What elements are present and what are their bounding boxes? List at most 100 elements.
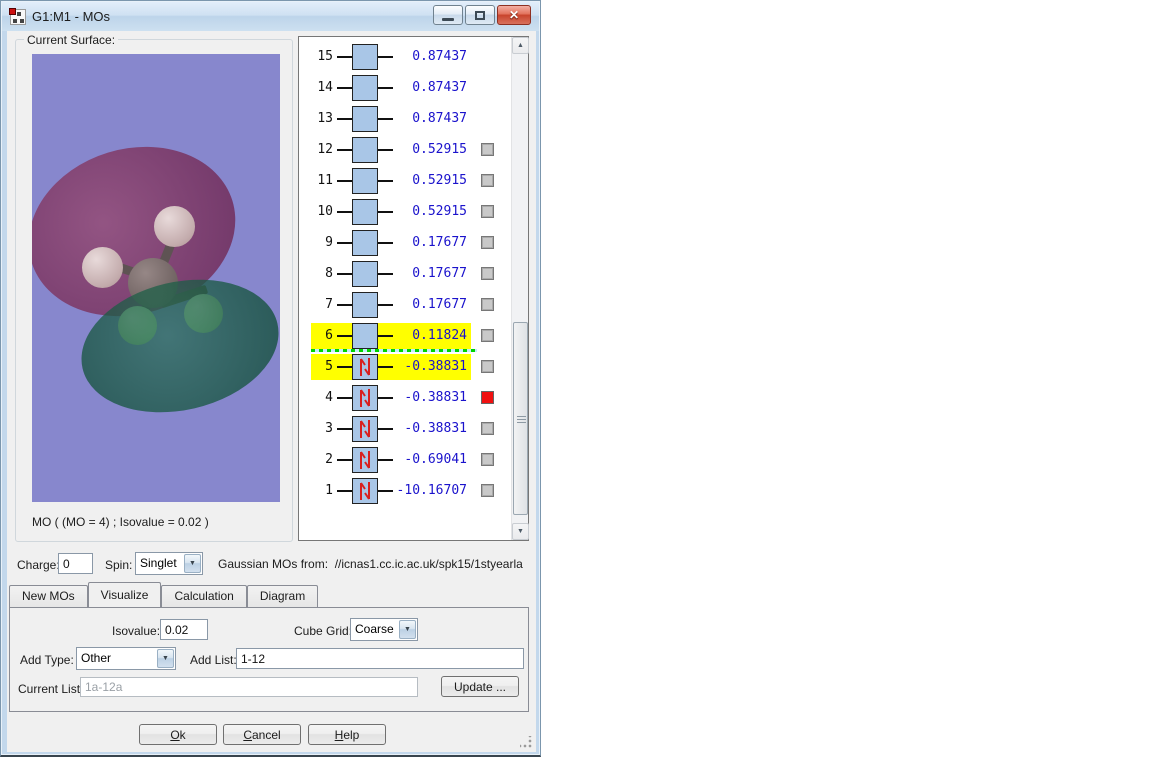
orbital-box[interactable] [352, 261, 378, 287]
chevron-down-icon[interactable]: ▼ [399, 620, 416, 639]
level-line [337, 335, 352, 337]
mo-row[interactable]: 13 0.87437 [299, 105, 509, 133]
mo-row[interactable]: 10 0.52915 [299, 198, 509, 226]
cube-grid-select[interactable]: Coarse ▼ [350, 618, 418, 641]
mo-energy: -0.38831 [404, 359, 467, 374]
add-type-select[interactable]: Other ▼ [76, 647, 176, 670]
ok-button[interactable]: Ok [139, 724, 217, 745]
mo-row[interactable]: 12 0.52915 [299, 136, 509, 164]
spin-label: Spin: [105, 558, 133, 572]
mo-row[interactable]: 11 0.52915 [299, 167, 509, 195]
mo-checkbox[interactable] [481, 298, 494, 311]
orbital-box[interactable] [352, 199, 378, 225]
orbital-box[interactable] [352, 447, 378, 473]
orbital-box[interactable] [352, 44, 378, 70]
orbital-box[interactable] [352, 354, 378, 380]
mo-energy: 0.87437 [412, 111, 467, 126]
mo-index: 14 [317, 80, 333, 95]
mo-checkbox[interactable] [481, 360, 494, 373]
scrollbar-thumb[interactable] [513, 322, 528, 515]
mo-checkbox[interactable] [481, 484, 494, 497]
mo-checkbox[interactable] [481, 174, 494, 187]
mo-index: 12 [317, 142, 333, 157]
orbital-box[interactable] [352, 323, 378, 349]
mo-row[interactable]: 3 -0.38831 [299, 415, 509, 443]
mo-energy: 0.17677 [412, 297, 467, 312]
update-button[interactable]: Update ... [441, 676, 519, 697]
orbital-box[interactable] [352, 75, 378, 101]
minimize-button[interactable] [433, 5, 463, 25]
mo-checkbox[interactable] [481, 422, 494, 435]
tab-calculation[interactable]: Calculation [161, 585, 247, 607]
scroll-down-button[interactable]: ▼ [512, 523, 529, 540]
current-list-input [80, 677, 418, 697]
gaussview-app-icon [9, 7, 26, 25]
mo-energy: -0.69041 [404, 452, 467, 467]
hydrogen-atom [154, 206, 195, 247]
mo-row[interactable]: 15 0.87437 [299, 43, 509, 71]
spin-down-icon [364, 482, 370, 500]
orbital-box[interactable] [352, 292, 378, 318]
mo-checkbox[interactable] [481, 391, 494, 404]
mo-energy: 0.52915 [412, 204, 467, 219]
orbital-box[interactable] [352, 137, 378, 163]
mo-index: 10 [317, 204, 333, 219]
mo-energy: -10.16707 [396, 483, 467, 498]
orbital-box[interactable] [352, 416, 378, 442]
tab-diagram[interactable]: Diagram [246, 585, 319, 607]
spin-selected-value: Singlet [140, 556, 177, 570]
mo-index: 6 [325, 328, 333, 343]
charge-input[interactable] [58, 553, 93, 574]
level-line [337, 118, 352, 120]
close-button[interactable]: ✕ [497, 5, 531, 25]
mo-checkbox[interactable] [481, 236, 494, 249]
orbital-box[interactable] [352, 106, 378, 132]
orbital-box[interactable] [352, 168, 378, 194]
chevron-down-icon[interactable]: ▼ [157, 649, 174, 668]
cancel-button[interactable]: Cancel [223, 724, 301, 745]
orbital-box[interactable] [352, 230, 378, 256]
scroll-up-button[interactable]: ▲ [512, 37, 529, 54]
mo-row[interactable]: 14 0.87437 [299, 74, 509, 102]
maximize-icon [475, 10, 485, 20]
add-type-label: Add Type: [20, 653, 74, 667]
title-bar[interactable]: G1:M1 - MOs ✕ [2, 2, 539, 31]
mo-row[interactable]: 6 0.11824 [299, 322, 509, 350]
mo-index: 11 [317, 173, 333, 188]
add-list-input[interactable] [236, 648, 524, 669]
mos-dialog-window: G1:M1 - MOs ✕ Current Surface: MO ((MO … [0, 0, 541, 757]
orbital-box[interactable] [352, 478, 378, 504]
mo-checkbox[interactable] [481, 453, 494, 466]
mo-checkbox[interactable] [481, 143, 494, 156]
level-line [337, 397, 352, 399]
mo-row[interactable]: 7 0.17677 [299, 291, 509, 319]
mo-index: 7 [325, 297, 333, 312]
homo-lumo-divider [311, 349, 477, 352]
mo-index: 15 [317, 49, 333, 64]
mo-row[interactable]: 2 -0.69041 [299, 446, 509, 474]
maximize-button[interactable] [465, 5, 495, 25]
add-type-selected-value: Other [81, 651, 112, 665]
mo-checkbox[interactable] [481, 329, 494, 342]
mo-row[interactable]: 5 -0.38831 [299, 353, 509, 381]
tab-new-mos[interactable]: New MOs [9, 585, 88, 607]
mo-row[interactable]: 8 0.17677 [299, 260, 509, 288]
mo-row[interactable]: 4 -0.38831 [299, 384, 509, 412]
isovalue-input[interactable] [160, 619, 208, 640]
tab-visualize[interactable]: Visualize [87, 582, 162, 607]
mo-index: 5 [325, 359, 333, 374]
orbital-box[interactable] [352, 385, 378, 411]
resize-grip[interactable] [520, 736, 532, 748]
spin-select[interactable]: Singlet ▼ [135, 552, 203, 575]
mo-checkbox[interactable] [481, 205, 494, 218]
mo-checkbox[interactable] [481, 267, 494, 280]
molecule-viewport[interactable] [32, 54, 280, 502]
mo-energy: 0.17677 [412, 235, 467, 250]
help-button[interactable]: Help [308, 724, 386, 745]
level-line [337, 56, 352, 58]
mo-row[interactable]: 1 -10.16707 [299, 477, 509, 505]
chevron-down-icon[interactable]: ▼ [184, 554, 201, 573]
mo-row[interactable]: 9 0.17677 [299, 229, 509, 257]
level-line [337, 211, 352, 213]
mo-list-scrollbar[interactable]: ▲ ▼ [511, 37, 529, 540]
